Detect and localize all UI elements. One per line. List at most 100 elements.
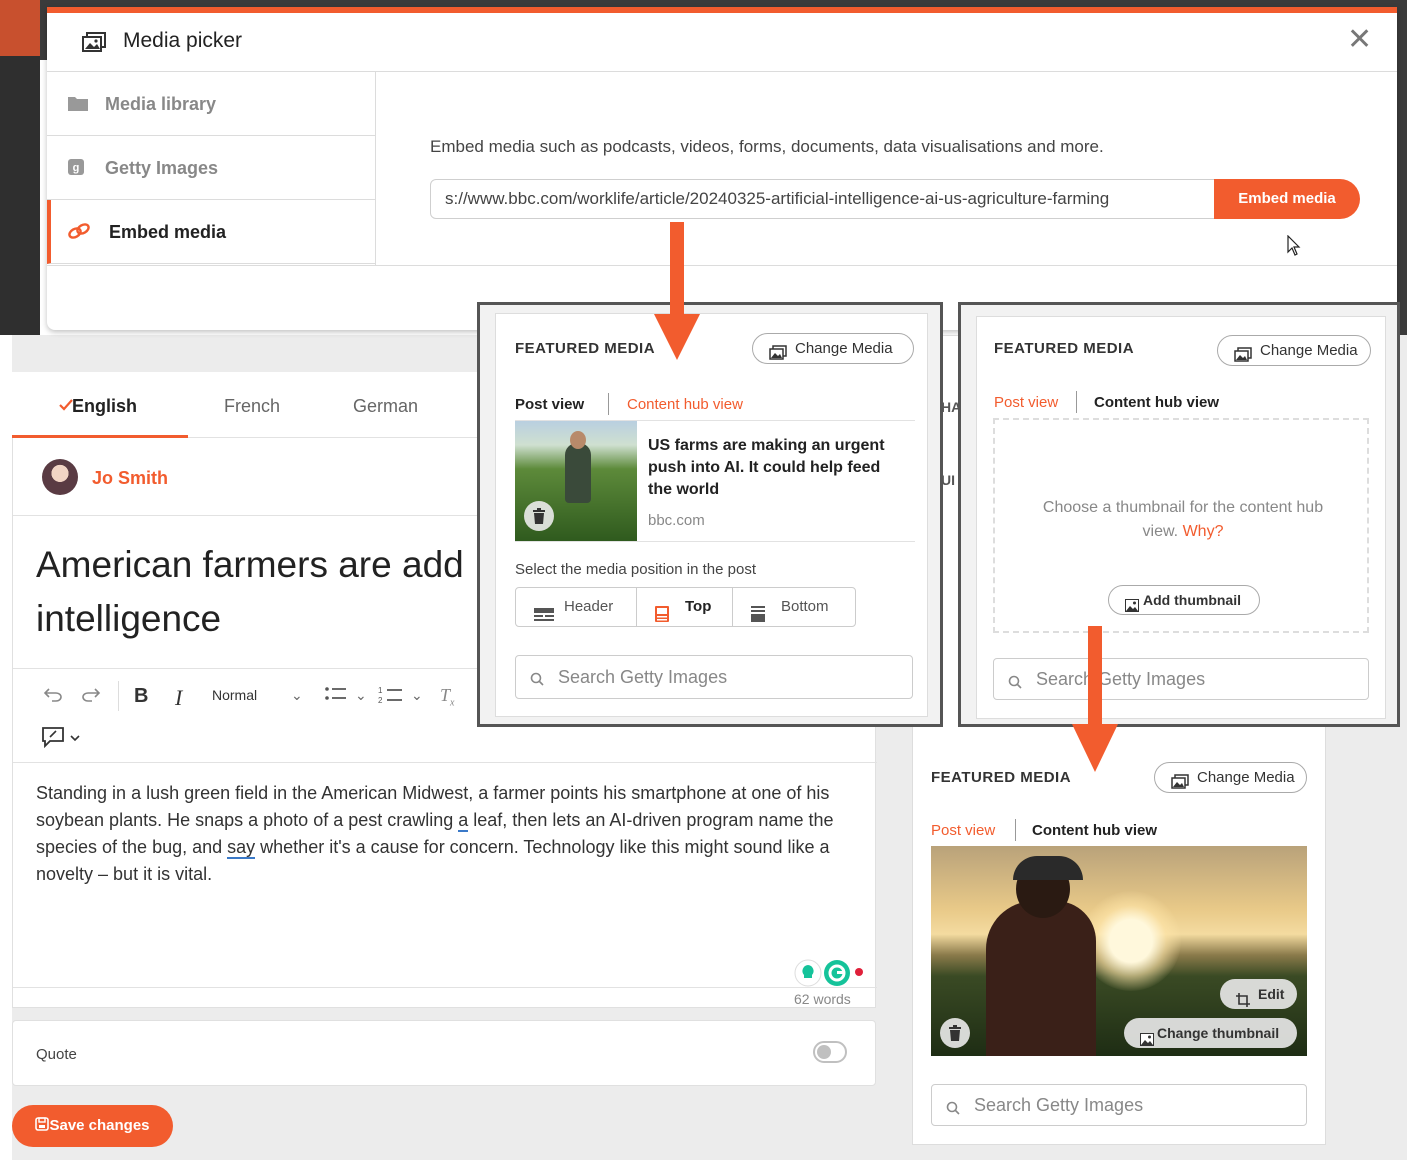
header-layout-icon xyxy=(534,599,554,637)
embed-media-button[interactable]: Embed media xyxy=(1214,179,1360,219)
position-bottom-label: Bottom xyxy=(781,598,829,615)
sidebar-item-label: Embed media xyxy=(109,222,227,242)
featured-media-title: FEATURED MEDIA xyxy=(931,769,1072,786)
edit-thumbnail-button[interactable]: Edit xyxy=(1220,979,1297,1009)
chevron-down-icon[interactable]: ⌄ xyxy=(355,687,367,704)
position-header-button[interactable]: Header xyxy=(516,588,637,626)
grammar-suggestion[interactable]: say xyxy=(227,837,256,859)
change-media-button[interactable]: Change Media xyxy=(752,333,914,364)
chevron-down-icon[interactable]: ⌄ xyxy=(291,687,303,704)
tab-post-view[interactable]: Post view xyxy=(931,822,995,839)
tab-content-hub-view[interactable]: Content hub view xyxy=(1094,394,1219,411)
sidebar-item-label: Media library xyxy=(105,94,217,114)
chevron-down-icon[interactable]: ⌄ xyxy=(411,687,423,704)
tab-post-view[interactable]: Post view xyxy=(515,396,584,413)
search-icon xyxy=(530,670,544,691)
callout-post-view: FEATURED MEDIA Change Media Post view Co… xyxy=(477,302,943,727)
modal-header: Media picker ✕ xyxy=(47,13,1397,72)
image-sun xyxy=(1081,891,1181,991)
save-changes-button[interactable]: Save changes xyxy=(12,1105,173,1147)
search-icon xyxy=(1008,673,1022,694)
change-media-button[interactable]: Change Media xyxy=(1217,335,1371,366)
numbered-list-icon[interactable]: 12 xyxy=(378,685,404,710)
media-picker-modal: Media picker ✕ Media library g Getty Ima… xyxy=(47,7,1397,330)
word-count: 62 words xyxy=(794,991,851,1007)
undo-icon[interactable] xyxy=(43,686,63,707)
add-thumbnail-label: Add thumbnail xyxy=(1143,592,1241,608)
clear-formatting-icon[interactable]: Tx xyxy=(440,685,454,709)
paragraph-style-select[interactable]: Normal xyxy=(212,687,257,703)
image-farmer-cap xyxy=(1013,856,1083,880)
getty-search-input[interactable]: Search Getty Images xyxy=(993,658,1369,700)
save-icon xyxy=(35,1117,50,1134)
folder-icon xyxy=(67,94,89,117)
quote-toggle[interactable] xyxy=(813,1041,847,1063)
svg-text:g: g xyxy=(73,162,80,174)
sidebar-item-embed-media[interactable]: Embed media xyxy=(47,200,375,264)
tab-english[interactable]: English xyxy=(72,396,137,417)
getty-icon: g xyxy=(67,158,85,181)
getty-search-input[interactable]: Search Getty Images xyxy=(931,1084,1307,1126)
change-thumbnail-button[interactable]: Change thumbnail xyxy=(1124,1018,1297,1048)
change-media-label: Change Media xyxy=(1197,769,1295,786)
svg-text:2: 2 xyxy=(378,696,383,705)
media-source: bbc.com xyxy=(648,512,705,529)
modal-divider xyxy=(47,265,1397,266)
post-body[interactable]: Standing in a lush green field in the Am… xyxy=(36,780,866,888)
bottom-layout-icon xyxy=(751,599,765,637)
search-icon xyxy=(946,1099,960,1120)
tab-content-hub-view[interactable]: Content hub view xyxy=(1032,822,1157,839)
media-gallery-icon xyxy=(1171,770,1189,799)
bold-icon[interactable]: B xyxy=(134,685,148,708)
thumbnail-dropzone[interactable]: Choose a thumbnail for the content hub v… xyxy=(993,418,1369,633)
position-top-button[interactable]: Top xyxy=(637,588,733,626)
top-layout-icon xyxy=(655,599,669,637)
sidebar-item-media-library[interactable]: Media library xyxy=(47,72,375,136)
author-name[interactable]: Jo Smith xyxy=(92,468,168,489)
page-left-margin xyxy=(0,335,12,1160)
position-bottom-button[interactable]: Bottom xyxy=(733,588,855,626)
embedded-media-preview[interactable]: US farms are making an urgent push into … xyxy=(515,420,915,542)
bulleted-list-icon[interactable] xyxy=(324,685,348,708)
link-icon xyxy=(67,222,91,245)
media-thumbnail xyxy=(515,421,637,541)
tab-content-hub-view[interactable]: Content hub view xyxy=(627,396,743,413)
embed-description: Embed media such as podcasts, videos, fo… xyxy=(430,137,1104,156)
close-icon[interactable]: ✕ xyxy=(1347,25,1372,55)
position-header-label: Header xyxy=(564,598,614,615)
tab-separator xyxy=(1015,819,1016,841)
word-count-bar: 62 words xyxy=(13,987,877,1008)
redo-icon[interactable] xyxy=(81,686,101,707)
getty-search-input[interactable]: Search Getty Images xyxy=(515,655,913,699)
background-left-edge xyxy=(0,0,40,335)
change-media-button[interactable]: Change Media xyxy=(1154,762,1307,793)
media-gallery-icon xyxy=(1234,343,1252,372)
tab-german[interactable]: German xyxy=(353,396,418,417)
change-media-label: Change Media xyxy=(795,340,893,357)
search-placeholder: Search Getty Images xyxy=(558,667,728,687)
avatar[interactable] xyxy=(42,459,78,495)
image-icon xyxy=(1140,1026,1154,1056)
partial-heading: UI xyxy=(941,472,955,488)
sidebar-item-getty-images[interactable]: g Getty Images xyxy=(47,136,375,200)
post-title[interactable]: American farmers are add intelligence xyxy=(36,538,486,646)
dropzone-text: Choose a thumbnail for the content hub v… xyxy=(1035,496,1331,544)
change-media-label: Change Media xyxy=(1260,342,1358,359)
add-thumbnail-button[interactable]: Add thumbnail xyxy=(1108,585,1260,615)
sidebar-item-label: Getty Images xyxy=(105,158,219,178)
media-gallery-icon xyxy=(81,31,107,58)
comment-icon[interactable] xyxy=(41,726,81,753)
embed-url-input[interactable]: s://www.bbc.com/worklife/article/2024032… xyxy=(430,179,1216,219)
tab-french[interactable]: French xyxy=(224,396,280,417)
quote-card: Quote xyxy=(12,1020,876,1086)
position-top-label: Top xyxy=(685,598,712,615)
trash-icon[interactable] xyxy=(524,501,554,531)
grammar-suggestion[interactable]: a xyxy=(458,810,469,832)
content-hub-thumbnail[interactable]: Edit Change thumbnail xyxy=(931,846,1307,1056)
tab-post-view[interactable]: Post view xyxy=(994,394,1058,411)
trash-icon[interactable] xyxy=(940,1018,970,1048)
media-position-selector: Header Top Bottom xyxy=(515,587,856,627)
why-link[interactable]: Why? xyxy=(1183,523,1224,540)
italic-icon[interactable]: I xyxy=(175,685,182,711)
tab-separator xyxy=(1076,391,1077,413)
